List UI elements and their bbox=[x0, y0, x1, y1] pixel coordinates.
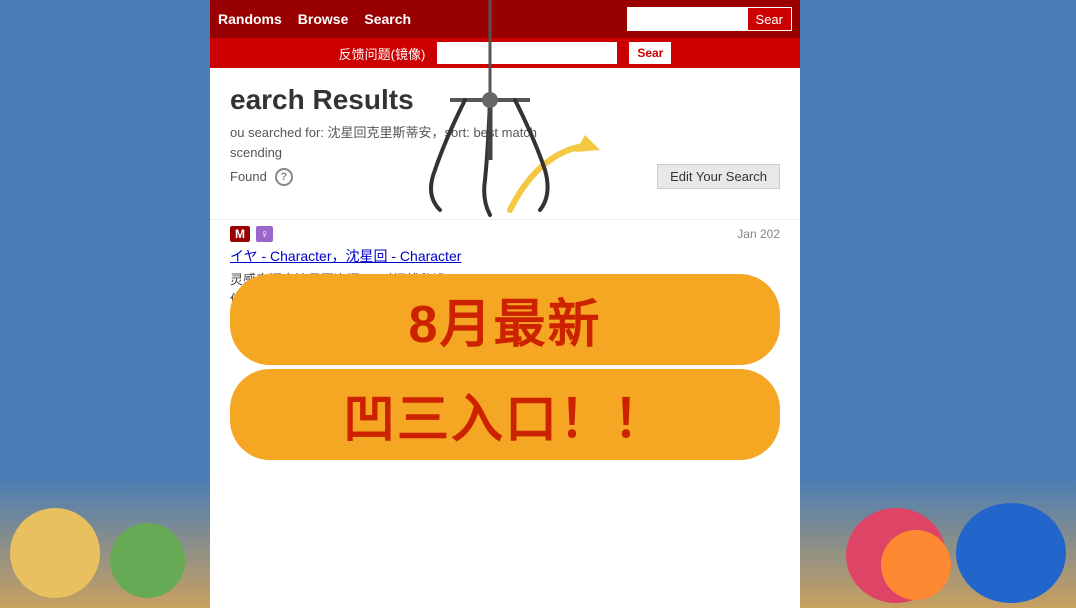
toy-yellow-bear bbox=[10, 508, 100, 598]
toy-blue-bear bbox=[956, 503, 1066, 603]
result-desc-2: 借人小姐×会所新人不得不说的二三事。 bbox=[230, 290, 780, 310]
results-title: earch Results bbox=[230, 84, 780, 116]
nav-search-bar: Sear bbox=[627, 7, 792, 31]
nav-search[interactable]: Search bbox=[364, 11, 411, 27]
nav-bar: Randoms Browse Search Sear bbox=[210, 0, 800, 38]
secondary-bar: 反馈问题(镜像) Sear bbox=[210, 38, 800, 68]
result-meta-row: M ♀ Jan 202 bbox=[230, 226, 780, 242]
badge-m: M bbox=[230, 226, 250, 242]
edit-search-button[interactable]: Edit Your Search bbox=[657, 164, 780, 189]
nav-search-button[interactable]: Sear bbox=[747, 7, 792, 31]
nav-randoms[interactable]: Randoms bbox=[218, 11, 282, 27]
result-item: M ♀ Jan 202 イヤ - Character，沈星回 - Charact… bbox=[210, 219, 800, 336]
nav-browse[interactable]: Browse bbox=[298, 11, 349, 27]
results-found-label: Found bbox=[230, 169, 267, 184]
result-date: Jan 202 bbox=[737, 227, 780, 241]
badge-gender: ♀ bbox=[256, 226, 273, 242]
secondary-feedback-text: 反馈问题(镜像) bbox=[339, 44, 426, 63]
nav-search-input[interactable] bbox=[627, 7, 747, 31]
help-icon[interactable]: ? bbox=[275, 168, 293, 186]
toy-green-bear bbox=[110, 523, 185, 598]
results-section: earch Results ou searched for: 沈星回克里斯蒂安，… bbox=[210, 68, 800, 209]
toy-orange-bear bbox=[881, 530, 951, 600]
results-sort: scending bbox=[230, 145, 780, 160]
main-panel: Randoms Browse Search Sear 反馈问题(镜像) Sear… bbox=[210, 0, 800, 608]
result-stats: Language: 中文-普通话 國語 Words: 5,813 Chapter… bbox=[230, 313, 780, 330]
result-title-link[interactable]: イヤ - Character，沈星回 - Character bbox=[230, 246, 780, 266]
secondary-search-button[interactable]: Sear bbox=[629, 42, 671, 64]
secondary-search-input[interactable] bbox=[437, 42, 617, 64]
results-count-row: Found ? Edit Your Search bbox=[230, 164, 780, 189]
result-desc-1: 灵感来源自沈星回逸闻2，时间线私设。 bbox=[230, 270, 780, 290]
results-query: ou searched for: 沈星回克里斯蒂安，sort: best mat… bbox=[230, 122, 780, 141]
